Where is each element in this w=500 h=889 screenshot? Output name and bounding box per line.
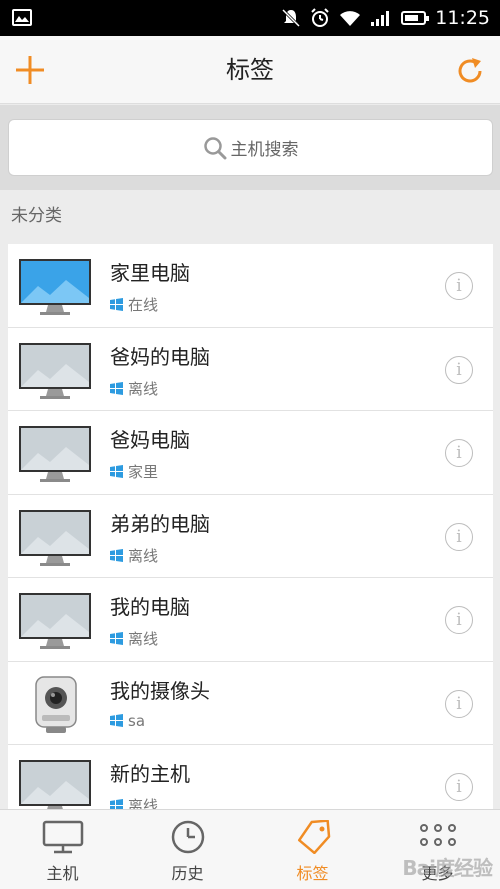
refresh-icon <box>458 58 482 83</box>
monitor-thumbnail <box>19 342 91 399</box>
host-status: sa <box>110 712 145 730</box>
refresh-button[interactable] <box>454 55 486 87</box>
monitor-icon <box>42 820 83 854</box>
info-button[interactable]: i <box>445 355 473 384</box>
host-status-text: 离线 <box>128 630 159 648</box>
host-name: 爸妈电脑 <box>110 428 190 452</box>
battery-icon <box>401 11 430 25</box>
windows-icon <box>110 465 123 478</box>
nav-item-history[interactable]: 历史 <box>125 810 250 889</box>
title-bar: 标签 <box>0 36 500 104</box>
nav-label: 历史 <box>171 864 204 883</box>
windows-icon <box>110 381 123 395</box>
nav-label: 主机 <box>46 864 79 883</box>
nav-label: 标签 <box>296 864 329 883</box>
host-name: 我的电脑 <box>110 595 190 619</box>
watermark-logo: Bai度经验 <box>402 856 493 880</box>
host-status: 离线 <box>110 795 158 809</box>
info-button[interactable]: i <box>445 606 473 634</box>
clock-icon <box>171 820 204 854</box>
camera-thumbnail <box>35 675 77 733</box>
host-status: 家里 <box>110 461 158 482</box>
host-row[interactable]: 我的摄像头 sa i <box>8 661 493 745</box>
bottom-nav: 主机 历史 标签 更多 Bai度经验 <box>0 809 500 889</box>
monitor-thumbnail <box>19 593 91 649</box>
wifi-icon <box>340 11 361 26</box>
host-row[interactable]: 我的电脑 离线 i <box>8 578 493 662</box>
host-status-text: 家里 <box>128 463 159 481</box>
host-status-text: 离线 <box>128 797 159 809</box>
host-status-text: sa <box>128 711 146 730</box>
notification-off-icon <box>282 8 301 28</box>
signal-icon <box>371 11 390 26</box>
host-row[interactable]: 弟弟的电脑 离线 i <box>8 494 493 578</box>
host-name: 新的主机 <box>110 762 190 786</box>
info-button[interactable]: i <box>445 689 473 718</box>
monitor-thumbnail <box>19 509 91 566</box>
host-row[interactable]: 爸妈的电脑 离线 i <box>8 327 493 411</box>
info-button[interactable]: i <box>445 272 473 300</box>
info-button[interactable]: i <box>445 773 473 801</box>
info-button[interactable]: i <box>445 522 473 551</box>
more-icon <box>419 824 456 846</box>
host-row[interactable]: 爸妈电脑 家里 i <box>8 411 493 495</box>
host-name: 爸妈的电脑 <box>110 344 210 369</box>
search-placeholder: 主机搜索 <box>230 140 299 160</box>
image-icon <box>12 9 32 26</box>
monitor-thumbnail <box>19 259 91 315</box>
search-icon <box>203 136 226 159</box>
windows-icon <box>110 298 123 311</box>
monitor-thumbnail <box>19 760 91 809</box>
host-status: 在线 <box>110 294 158 315</box>
windows-icon <box>110 799 123 809</box>
status-time: 11:25 <box>435 7 490 29</box>
alarm-icon <box>311 8 329 27</box>
info-button[interactable]: i <box>445 439 473 467</box>
section-header: 未分类 <box>0 190 500 244</box>
host-status-text: 在线 <box>128 296 159 314</box>
host-name: 家里电脑 <box>110 261 190 285</box>
host-status: 离线 <box>110 545 158 566</box>
search-input[interactable]: 主机搜索 <box>8 119 493 176</box>
host-row[interactable]: 新的主机 离线 i <box>8 745 493 809</box>
host-name: 我的摄像头 <box>110 678 210 703</box>
host-name: 弟弟的电脑 <box>110 511 210 536</box>
host-status-text: 离线 <box>128 379 159 398</box>
nav-item-tags[interactable]: 标签 <box>250 810 375 889</box>
search-area: 主机搜索 <box>0 105 500 190</box>
host-list: 家里电脑 在线 i 爸妈的电脑 离线 i 爸妈电脑 家里 i 弟弟的电脑 离线 … <box>8 244 493 809</box>
windows-icon <box>110 632 123 645</box>
host-status-text: 离线 <box>128 546 159 565</box>
host-status: 离线 <box>110 628 158 649</box>
host-status: 离线 <box>110 378 158 399</box>
nav-item-hosts[interactable]: 主机 <box>0 810 125 889</box>
windows-icon <box>110 714 123 727</box>
status-bar: 11:25 <box>0 0 500 36</box>
monitor-thumbnail <box>19 426 91 482</box>
page-title: 标签 <box>226 56 274 84</box>
host-row[interactable]: 家里电脑 在线 i <box>8 244 493 328</box>
windows-icon <box>110 548 123 562</box>
tag-icon <box>297 820 330 854</box>
